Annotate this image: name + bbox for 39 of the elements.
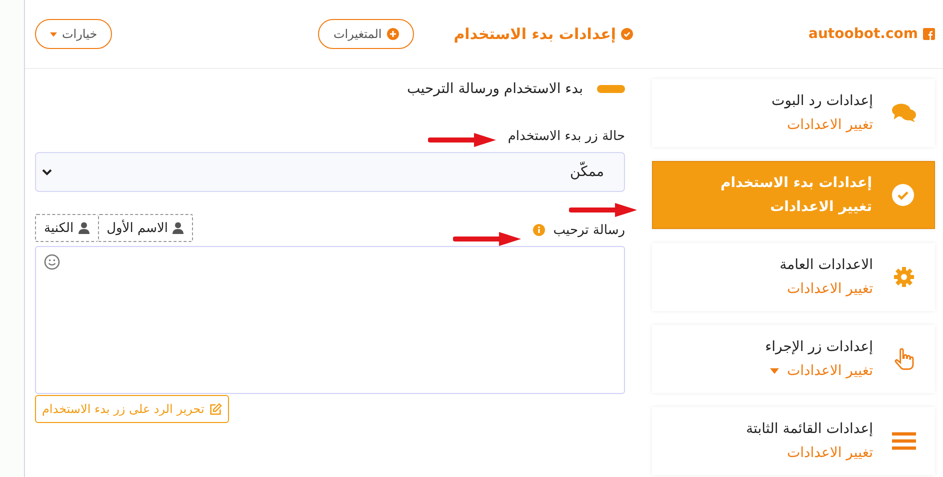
insert-tag-button[interactable]: الاسم الأول (98, 214, 194, 242)
caret-icon (770, 368, 779, 374)
options-button[interactable]: خيارات (35, 19, 112, 49)
smiley-icon[interactable] (44, 254, 60, 270)
card-title: إعدادات القائمة الثابتة (746, 421, 873, 437)
annotation-arrow (453, 231, 523, 247)
info-icon (533, 224, 546, 236)
settings-card[interactable]: إعدادات زر الإجراء تغيير الاعدادات (652, 325, 935, 393)
chat-icon (892, 102, 916, 124)
check-circle-icon (891, 184, 915, 206)
section-title: بدء الاستخدام ورسالة الترحيب (407, 81, 583, 97)
facebook-icon (923, 28, 935, 40)
settings-card[interactable]: الاعدادات العامة تغيير الاعدادات (652, 243, 935, 311)
card-title: إعدادات زر الإجراء (765, 339, 873, 355)
field-label: حالة زر بدء الاستخدام (508, 129, 625, 144)
settings-icon (892, 266, 916, 288)
settings-card[interactable]: إعدادات القائمة الثابتة تغيير الاعدادات (652, 407, 935, 475)
card-title: الاعدادات العامة (780, 257, 873, 273)
caret-icon (50, 32, 57, 36)
settings-card[interactable]: إعدادات رد البوت تغيير الاعدادات (652, 79, 935, 147)
pointing-hand-icon (892, 348, 916, 370)
user-icon (78, 222, 90, 234)
chevron-down-icon (42, 168, 52, 176)
menu-icon (892, 430, 916, 452)
annotation-arrow (428, 132, 498, 148)
page-title: إعدادات بدء الاستخدام (454, 25, 616, 43)
message-field[interactable] (35, 246, 625, 394)
card-title: إعدادات رد البوت (772, 93, 873, 109)
plus-circle-icon (386, 28, 399, 40)
variables-button[interactable]: المتغيرات (318, 19, 414, 49)
field-label: رسالة ترحيب (553, 222, 625, 238)
section-marker (597, 85, 625, 93)
user-icon (172, 222, 184, 234)
edit-icon (209, 402, 222, 416)
status-select[interactable]: ممكّن (35, 152, 625, 192)
annotation-arrow (569, 202, 639, 218)
insert-tag-button[interactable]: الكنية (35, 214, 98, 242)
card-title: إعدادات بدء الاستخدام (720, 175, 872, 191)
check-circle-icon (621, 28, 633, 40)
